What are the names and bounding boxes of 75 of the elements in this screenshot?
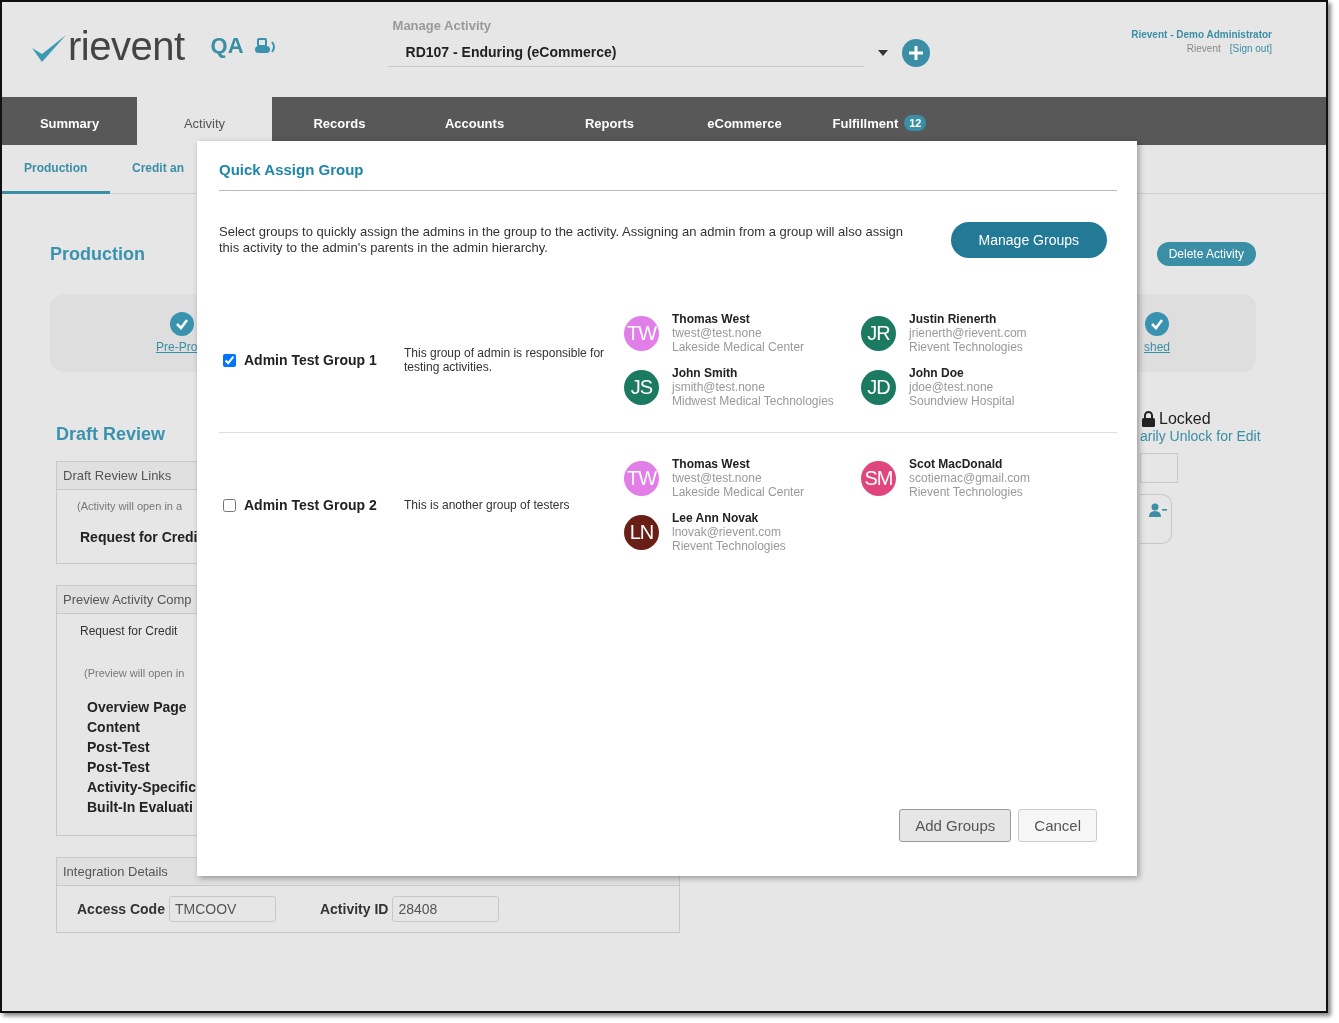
cancel-button[interactable]: Cancel — [1018, 809, 1097, 842]
member-organization: Rievent Technologies — [909, 340, 1024, 354]
environment-label: QA — [210, 32, 244, 59]
avatar: TW — [624, 315, 659, 351]
group-checkbox[interactable] — [223, 353, 236, 367]
member-organization: Soundview Hospital — [909, 394, 1015, 408]
group-description: This group of admin is responsible for testing activities. — [404, 346, 606, 374]
member-organization: Rievent Technologies — [672, 539, 786, 553]
group-description: This is another group of testers — [404, 498, 571, 512]
avatar: JD — [861, 369, 896, 405]
input-field[interactable] — [1140, 453, 1178, 483]
avatar: SM — [861, 460, 896, 496]
member-name: Justin Rienerth — [909, 312, 998, 326]
request-link[interactable]: Request for Credi — [80, 529, 198, 545]
check-circle-icon — [1145, 312, 1169, 336]
member-email: jsmith@test.none — [672, 380, 766, 394]
note-text: (Preview will open in — [84, 667, 185, 679]
logo-text: rievent — [68, 27, 185, 64]
preview-link[interactable]: Post-Test — [87, 737, 150, 757]
member-organization: Rievent Technologies — [909, 485, 1024, 499]
member-name: Lee Ann Novak — [672, 511, 760, 525]
member-organization: Midwest Medical Technologies — [672, 394, 834, 408]
avatar: TW — [624, 460, 659, 496]
member-email: scotiemac@gmail.com — [909, 471, 1030, 485]
dialog-title: Quick Assign Group — [219, 161, 1117, 191]
avatar: LN — [624, 514, 659, 550]
delete-activity-button[interactable]: Delete Activity — [1156, 242, 1256, 266]
nav-tab[interactable]: Accounts — [407, 97, 542, 145]
preview-link[interactable]: Activity-Specific — [87, 777, 196, 797]
nav-tab[interactable]: Summary — [2, 97, 137, 145]
organization-name: Rievent — [1186, 43, 1221, 54]
count-badge: 12 — [904, 115, 927, 131]
member-name: John Doe — [909, 366, 965, 380]
member-name: John Smith — [672, 366, 739, 380]
caret-icon[interactable] — [877, 50, 888, 56]
avatar: JR — [861, 315, 896, 351]
preview-link[interactable]: Built-In Evaluati — [87, 797, 193, 817]
member-email: jrienerth@rievent.com — [909, 326, 1027, 340]
selector-label: Manage Activity — [392, 18, 493, 33]
input-field[interactable]: TMCOOV — [168, 896, 276, 922]
add-icon[interactable] — [901, 39, 930, 67]
preview-link[interactable]: Overview Page — [87, 697, 187, 717]
nav-tab[interactable]: Reports — [542, 97, 677, 145]
remove-user-icon[interactable] — [1149, 503, 1167, 517]
section-heading: Production — [50, 243, 145, 265]
lock-icon — [1142, 411, 1155, 427]
section-heading: Draft Review — [56, 424, 167, 445]
field-label: Access Code — [77, 901, 165, 917]
check-circle-icon — [170, 312, 194, 336]
group-name: Admin Test Group 2 — [244, 497, 378, 513]
lock-status: Locked — [1159, 410, 1211, 428]
user-name: Rievent - Demo Administrator — [1131, 29, 1272, 40]
avatar: JS — [624, 369, 659, 405]
nav-tab[interactable]: Records — [272, 97, 407, 145]
field-label: Activity ID — [319, 901, 389, 917]
add-groups-button[interactable]: Add Groups — [899, 809, 1012, 842]
member-email: jdoe@test.none — [909, 380, 995, 394]
panel-subtitle: Request for Credit — [80, 624, 178, 638]
nav-tab[interactable]: eCommerce — [677, 97, 812, 145]
preview-link[interactable]: Post-Test — [87, 757, 150, 777]
member-email: lnovak@rievent.com — [672, 525, 782, 539]
group-checkbox[interactable] — [223, 498, 236, 512]
note-text: (Activity will open in a — [77, 500, 183, 512]
dialog-description: Select groups to quickly assign the admins in the group to the activity. Assigning an admin from a group will also assign this activity to the admin's parents in the admin hierarchy. — [219, 224, 905, 256]
manage-groups-button[interactable]: Manage Groups — [950, 222, 1107, 258]
preview-link[interactable]: Content — [87, 717, 140, 737]
nav-tab[interactable]: Fulfillment 12 — [812, 97, 947, 145]
input-field[interactable]: 28408 — [392, 896, 500, 922]
member-name: Thomas West — [672, 312, 751, 326]
activity-dropdown[interactable]: RD107 - Enduring (eCommerce) — [387, 39, 864, 67]
member-organization: Lakeside Medical Center — [672, 340, 805, 354]
nav-tab[interactable]: Activity — [137, 97, 272, 145]
group-name: Admin Test Group 1 — [244, 352, 378, 368]
member-name: Scot MacDonald — [909, 457, 1004, 471]
member-email: twest@test.none — [672, 326, 763, 340]
